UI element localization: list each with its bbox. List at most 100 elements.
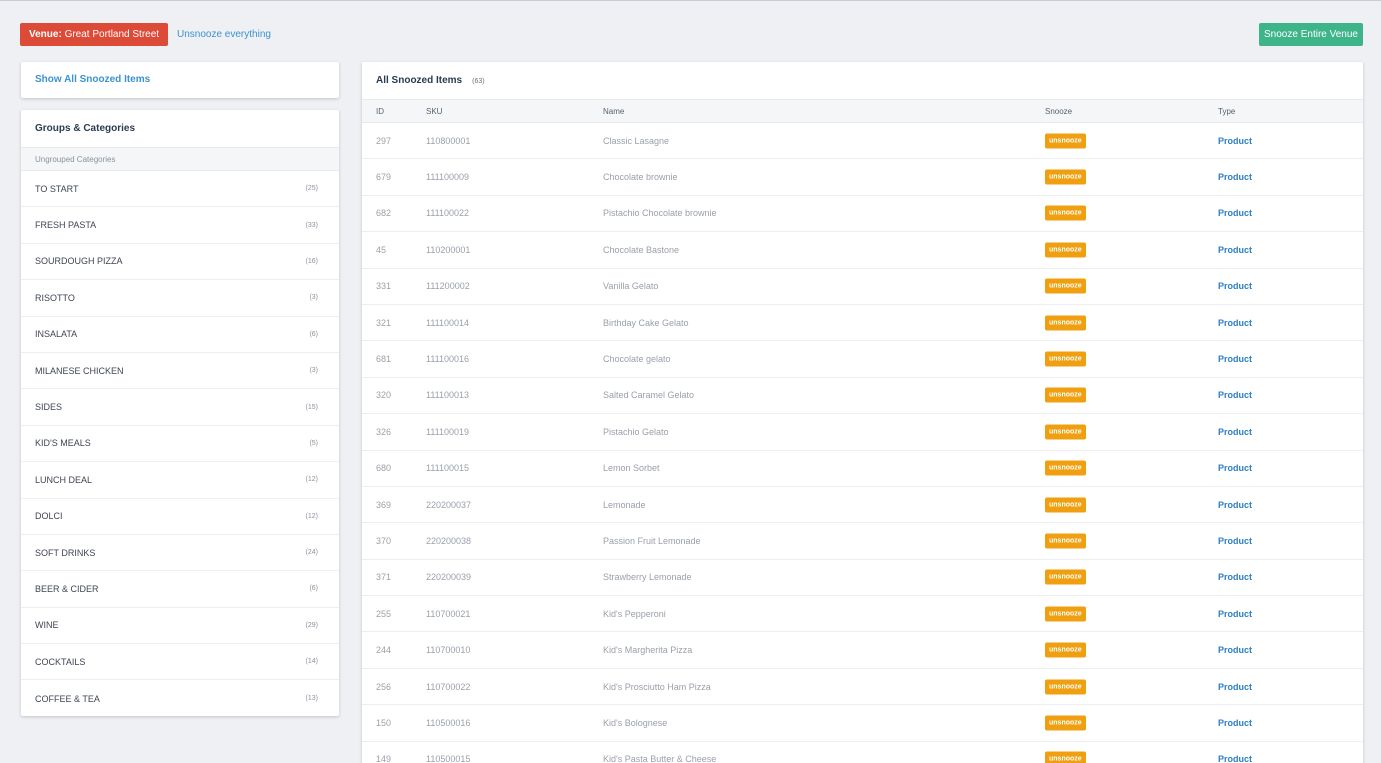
category-item[interactable]: SOFT DRINKS (24) bbox=[21, 535, 339, 572]
unsnooze-everything-link[interactable]: Unsnooze everything bbox=[177, 29, 271, 40]
unsnooze-button[interactable]: unsnooze bbox=[1045, 242, 1086, 258]
column-header-id[interactable]: ID bbox=[376, 107, 384, 116]
unsnooze-button[interactable]: unsnooze bbox=[1045, 642, 1086, 658]
item-sku: 110800001 bbox=[426, 135, 471, 146]
item-id: 297 bbox=[376, 135, 392, 146]
item-type-link[interactable]: Product bbox=[1218, 354, 1252, 364]
category-item[interactable]: RISOTTO (3) bbox=[21, 280, 339, 317]
category-item[interactable]: COFFEE & TEA (13) bbox=[21, 680, 339, 716]
unsnooze-button[interactable]: unsnooze bbox=[1045, 569, 1086, 585]
item-type-link[interactable]: Product bbox=[1218, 208, 1252, 218]
item-type-link[interactable]: Product bbox=[1218, 645, 1252, 655]
category-name: BEER & CIDER bbox=[35, 583, 99, 594]
category-item[interactable]: COCKTAILS (14) bbox=[21, 644, 339, 681]
unsnooze-button[interactable]: unsnooze bbox=[1045, 497, 1086, 513]
item-sku: 111100019 bbox=[426, 426, 470, 437]
item-sku: 110700010 bbox=[426, 645, 471, 656]
category-item[interactable]: TO START (25) bbox=[21, 171, 339, 208]
unsnooze-button[interactable]: unsnooze bbox=[1045, 351, 1086, 367]
table-header: ID SKU Name Snooze Type bbox=[362, 99, 1363, 123]
category-item[interactable]: MILANESE CHICKEN (3) bbox=[21, 353, 339, 390]
unsnooze-button[interactable]: unsnooze bbox=[1045, 533, 1086, 549]
category-name: RISOTTO bbox=[35, 292, 75, 303]
item-name: Salted Caramel Gelato bbox=[603, 390, 695, 401]
category-list: TO START (25) FRESH PASTA (33) SOURDOUGH PIZ… bbox=[21, 171, 339, 716]
item-type-link[interactable]: Product bbox=[1218, 427, 1252, 437]
column-header-snooze[interactable]: Snooze bbox=[1045, 107, 1072, 116]
category-item[interactable]: FRESH PASTA (33) bbox=[21, 207, 339, 244]
item-type-link[interactable]: Product bbox=[1218, 500, 1252, 510]
item-type-link[interactable]: Product bbox=[1218, 718, 1252, 728]
category-item[interactable]: BEER & CIDER (6) bbox=[21, 571, 339, 608]
category-count: (33) bbox=[305, 221, 318, 229]
column-header-type[interactable]: Type bbox=[1218, 107, 1235, 116]
unsnooze-button[interactable]: unsnooze bbox=[1045, 460, 1086, 476]
item-sku: 110500016 bbox=[426, 717, 471, 728]
item-name: Kid's Pasta Butter & Cheese bbox=[603, 754, 717, 763]
item-sku: 111100014 bbox=[426, 317, 470, 328]
item-type-link[interactable]: Product bbox=[1218, 572, 1252, 582]
table-row: 255 110700021 Kid's Pepperoni unsnooze Produ… bbox=[362, 596, 1363, 633]
item-type-link[interactable]: Product bbox=[1218, 682, 1252, 692]
unsnooze-button[interactable]: unsnooze bbox=[1045, 315, 1086, 331]
table-row: 369 220200037 Lemonade unsnooze Product bbox=[362, 487, 1363, 524]
item-id: 681 bbox=[376, 354, 392, 365]
table-row: 149 110500015 Kid's Pasta Butter & Cheese u… bbox=[362, 742, 1363, 763]
item-type-link[interactable]: Product bbox=[1218, 390, 1252, 400]
unsnooze-button[interactable]: unsnooze bbox=[1045, 679, 1086, 695]
snooze-entire-venue-button[interactable]: Snooze Entire Venue bbox=[1259, 23, 1363, 46]
unsnooze-button[interactable]: unsnooze bbox=[1045, 278, 1086, 294]
category-item[interactable]: LUNCH DEAL (12) bbox=[21, 462, 339, 499]
unsnooze-button[interactable]: unsnooze bbox=[1045, 606, 1086, 622]
unsnooze-button[interactable]: unsnooze bbox=[1045, 205, 1086, 221]
items-table-body: 297 110800001 Classic Lasagne unsnooze Produ… bbox=[362, 123, 1363, 763]
category-count: (6) bbox=[309, 330, 318, 338]
item-type-link[interactable]: Product bbox=[1218, 318, 1252, 328]
category-item[interactable]: SOURDOUGH PIZZA (16) bbox=[21, 244, 339, 281]
unsnooze-button[interactable]: unsnooze bbox=[1045, 387, 1086, 403]
category-name: SIDES bbox=[35, 402, 63, 413]
item-type-link[interactable]: Product bbox=[1218, 463, 1252, 473]
item-name: Chocolate gelato bbox=[603, 354, 671, 365]
unsnooze-button[interactable]: unsnooze bbox=[1045, 751, 1086, 763]
category-item[interactable]: KID'S MEALS (5) bbox=[21, 426, 339, 463]
category-item[interactable]: WINE (29) bbox=[21, 608, 339, 645]
category-count: (12) bbox=[305, 476, 318, 484]
unsnooze-button[interactable]: unsnooze bbox=[1045, 133, 1086, 149]
item-id: 331 bbox=[376, 281, 392, 292]
item-id: 370 bbox=[376, 535, 392, 546]
item-type-link[interactable]: Product bbox=[1218, 609, 1252, 619]
item-type-link[interactable]: Product bbox=[1218, 172, 1252, 182]
item-name: Passion Fruit Lemonade bbox=[603, 535, 701, 546]
category-name: COFFEE & TEA bbox=[35, 693, 100, 704]
item-type-link[interactable]: Product bbox=[1218, 245, 1252, 255]
unsnooze-button[interactable]: unsnooze bbox=[1045, 424, 1086, 440]
column-header-name[interactable]: Name bbox=[603, 107, 624, 116]
venue-button[interactable]: Venue: Great Portland Street bbox=[20, 23, 169, 46]
category-item[interactable]: SIDES (15) bbox=[21, 389, 339, 426]
column-header-sku[interactable]: SKU bbox=[426, 107, 442, 116]
category-count: (3) bbox=[309, 367, 318, 375]
item-type-link[interactable]: Product bbox=[1218, 536, 1252, 546]
item-type-link[interactable]: Product bbox=[1218, 754, 1252, 763]
category-name: WINE bbox=[35, 620, 59, 631]
item-name: Strawberry Lemonade bbox=[603, 572, 692, 583]
category-item[interactable]: DOLCI (12) bbox=[21, 499, 339, 535]
item-name: Lemonade bbox=[603, 499, 646, 510]
item-name: Chocolate Bastone bbox=[603, 244, 680, 255]
item-name: Pistachio Chocolate brownie bbox=[603, 208, 717, 219]
category-count: (25) bbox=[305, 185, 318, 193]
item-id: 679 bbox=[376, 172, 392, 183]
unsnooze-button[interactable]: unsnooze bbox=[1045, 715, 1086, 731]
item-sku: 111100009 bbox=[426, 172, 470, 183]
item-type-link[interactable]: Product bbox=[1218, 136, 1252, 146]
category-item[interactable]: INSALATA (6) bbox=[21, 317, 339, 353]
category-name: SOFT DRINKS bbox=[35, 547, 96, 558]
table-row: 370 220200038 Passion Fruit Lemonade unsnoo… bbox=[362, 523, 1363, 560]
category-name: INSALATA bbox=[35, 329, 78, 340]
item-type-link[interactable]: Product bbox=[1218, 281, 1252, 291]
table-row: 150 110500016 Kid's Bolognese unsnooze Produ… bbox=[362, 705, 1363, 742]
unsnooze-button[interactable]: unsnooze bbox=[1045, 169, 1086, 185]
category-name: TO START bbox=[35, 183, 79, 194]
show-all-snoozed-link[interactable]: Show All Snoozed Items bbox=[35, 74, 150, 85]
